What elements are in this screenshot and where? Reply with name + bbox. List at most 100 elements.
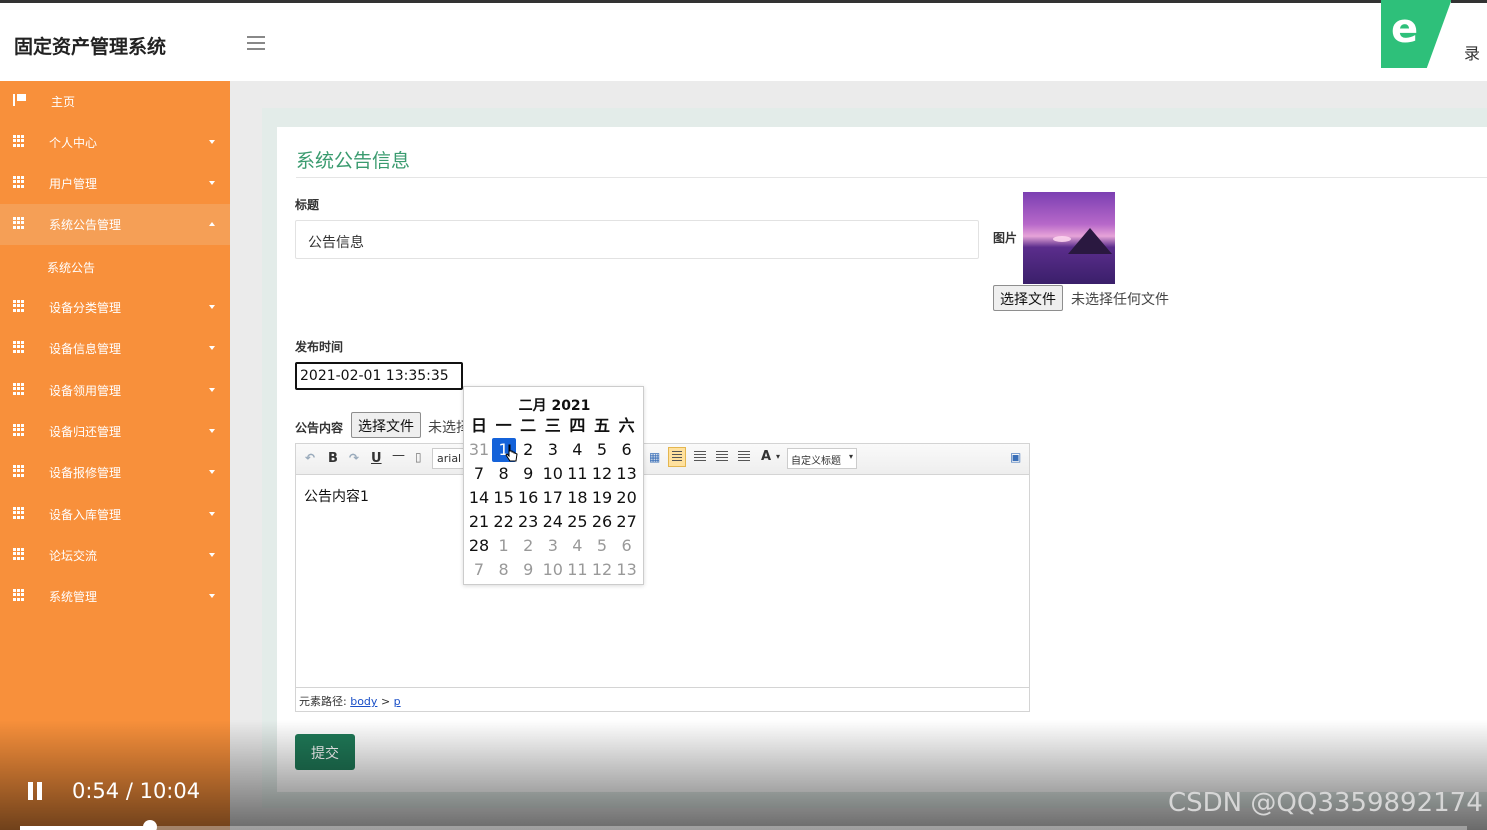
- calendar-day[interactable]: 3: [541, 438, 565, 462]
- path-p-link[interactable]: p: [394, 695, 401, 708]
- calendar-day[interactable]: 8: [492, 558, 516, 582]
- align-left-icon[interactable]: [668, 447, 686, 467]
- calendar-day[interactable]: 31: [467, 438, 491, 462]
- sidebar-item-12[interactable]: 系统管理: [0, 576, 230, 617]
- image-file-button[interactable]: 选择文件: [993, 285, 1063, 311]
- video-progress-handle[interactable]: [143, 820, 158, 830]
- calendar-day[interactable]: 6: [615, 534, 639, 558]
- calendar-day[interactable]: 9: [516, 558, 540, 582]
- calendar-day[interactable]: 11: [565, 462, 589, 486]
- sidebar-subitem-4[interactable]: 系统公告: [0, 245, 230, 286]
- calendar-day[interactable]: 13: [615, 462, 639, 486]
- sidebar-item-9[interactable]: 设备报修管理: [0, 452, 230, 493]
- calendar-day[interactable]: 25: [565, 510, 589, 534]
- calendar-day[interactable]: 5: [590, 534, 614, 558]
- sidebar-item-label: 主页: [51, 95, 76, 109]
- sidebar-item-1[interactable]: 个人中心: [0, 122, 230, 163]
- calendar-day[interactable]: 10: [541, 462, 565, 486]
- calendar-day[interactable]: 26: [590, 510, 614, 534]
- submit-button[interactable]: 提交: [295, 734, 355, 770]
- sidebar-item-label: 设备领用管理: [49, 384, 122, 398]
- calendar-day[interactable]: 21: [467, 510, 491, 534]
- sidebar-item-0[interactable]: 主页: [0, 81, 230, 122]
- sidebar-item-6[interactable]: 设备信息管理: [0, 328, 230, 369]
- calendar-day[interactable]: 9: [516, 462, 540, 486]
- calendar-day[interactable]: 11: [565, 558, 589, 582]
- calendar-day[interactable]: 10: [541, 558, 565, 582]
- pause-icon[interactable]: [28, 782, 46, 802]
- caret-down-icon: [209, 346, 215, 350]
- calendar-day[interactable]: 22: [492, 510, 516, 534]
- style-dropdown-icon[interactable]: ▾: [849, 452, 853, 461]
- sidebar-item-2[interactable]: 用户管理: [0, 163, 230, 204]
- calendar-day[interactable]: 2: [516, 438, 540, 462]
- align-justify-icon[interactable]: [738, 451, 750, 463]
- paste-icon[interactable]: ▯: [415, 450, 422, 464]
- bold-button[interactable]: B: [328, 451, 338, 466]
- caret-down-icon: [209, 594, 215, 598]
- title-input[interactable]: 公告信息: [295, 220, 979, 259]
- caret-down-icon: [209, 388, 215, 392]
- paragraph-style-select[interactable]: 自定义标题: [787, 448, 857, 469]
- calendar-day[interactable]: 12: [590, 558, 614, 582]
- font-color-dropdown-icon[interactable]: ▾: [776, 452, 780, 461]
- menu-toggle-icon[interactable]: [247, 36, 265, 50]
- table-icon[interactable]: ▦: [649, 450, 660, 464]
- watermark: CSDN @QQ3359892174: [1168, 788, 1483, 818]
- font-family-select[interactable]: arial: [432, 448, 464, 469]
- calendar-day[interactable]: 2: [516, 534, 540, 558]
- sidebar-item-10[interactable]: 设备入库管理: [0, 494, 230, 535]
- calendar-day[interactable]: 7: [467, 558, 491, 582]
- calendar-day[interactable]: 8: [492, 462, 516, 486]
- publish-time-input[interactable]: 2021-02-01 13:35:35: [295, 362, 463, 390]
- calendar-day[interactable]: 15: [492, 486, 516, 510]
- calendar-day[interactable]: 6: [615, 438, 639, 462]
- sidebar-item-label: 设备报修管理: [49, 466, 122, 480]
- sidebar-item-11[interactable]: 论坛交流: [0, 535, 230, 576]
- calendar-day[interactable]: 20: [615, 486, 639, 510]
- calendar-day[interactable]: 18: [565, 486, 589, 510]
- calendar-day[interactable]: 3: [541, 534, 565, 558]
- font-color-button[interactable]: A: [761, 449, 771, 464]
- weekday-header: 六: [618, 416, 635, 435]
- calendar-day[interactable]: 14: [467, 486, 491, 510]
- calendar-day[interactable]: 27: [615, 510, 639, 534]
- calendar-day[interactable]: 16: [516, 486, 540, 510]
- calendar-day[interactable]: 13: [615, 558, 639, 582]
- sidebar-item-label: 系统管理: [49, 590, 98, 604]
- fullscreen-icon[interactable]: ▣: [1010, 450, 1021, 464]
- calendar-day[interactable]: 4: [565, 438, 589, 462]
- weekday-header: 一: [495, 416, 512, 435]
- align-right-icon[interactable]: [716, 451, 728, 463]
- align-center-icon[interactable]: [694, 451, 706, 463]
- calendar-day[interactable]: 23: [516, 510, 540, 534]
- calendar-day[interactable]: 7: [467, 462, 491, 486]
- calendar-month-title: 二月 2021: [518, 398, 591, 414]
- caret-down-icon: [209, 470, 215, 474]
- path-body-link[interactable]: body: [350, 695, 377, 708]
- calendar-day[interactable]: 5: [590, 438, 614, 462]
- sidebar-item-7[interactable]: 设备领用管理: [0, 370, 230, 411]
- calendar-day[interactable]: 24: [541, 510, 565, 534]
- underline-button[interactable]: U: [371, 451, 382, 466]
- sidebar-item-5[interactable]: 设备分类管理: [0, 287, 230, 328]
- sidebar-item-3[interactable]: 系统公告管理: [0, 204, 230, 245]
- calendar-day[interactable]: 28: [467, 534, 491, 558]
- page-title: 系统公告信息: [296, 150, 411, 172]
- redo-icon[interactable]: ↷: [349, 451, 359, 465]
- calendar-day[interactable]: 19: [590, 486, 614, 510]
- rich-text-editor[interactable]: [295, 443, 1030, 712]
- calendar-day[interactable]: 12: [590, 462, 614, 486]
- calendar-day[interactable]: 4: [565, 534, 589, 558]
- sidebar-item-8[interactable]: 设备归还管理: [0, 411, 230, 452]
- calendar-day[interactable]: 1: [492, 534, 516, 558]
- image-label: 图片: [993, 231, 1018, 245]
- undo-icon[interactable]: ↶: [305, 451, 315, 465]
- editor-content[interactable]: 公告内容1: [304, 486, 369, 506]
- horizontal-rule-icon[interactable]: —: [392, 448, 405, 463]
- calendar-day[interactable]: 17: [541, 486, 565, 510]
- path-separator: >: [380, 695, 391, 708]
- video-progress-track[interactable]: [20, 826, 1467, 830]
- sidebar-item-label: 系统公告管理: [49, 218, 122, 232]
- content-file-button[interactable]: 选择文件: [351, 412, 421, 438]
